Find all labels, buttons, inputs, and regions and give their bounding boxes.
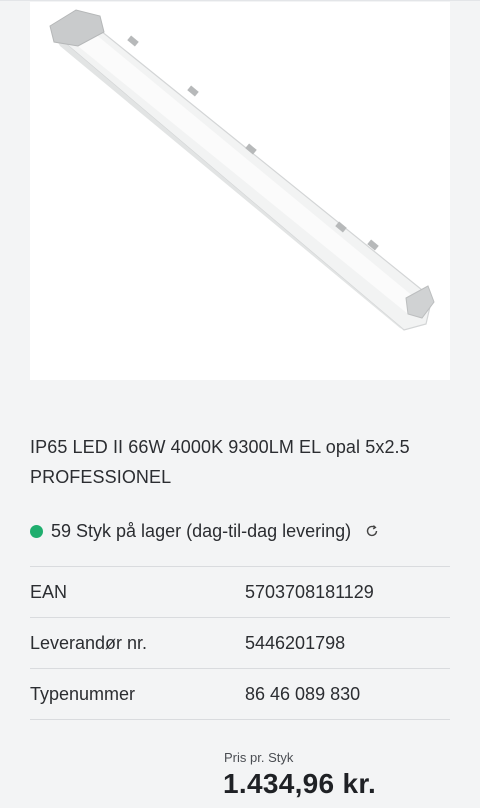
spec-label: EAN — [30, 581, 68, 602]
stock-status-dot — [30, 524, 43, 538]
product-title: IP65 LED II 66W 4000K 9300LM EL opal 5x2… — [30, 437, 410, 487]
spec-table: EAN 5703708181129 Leverandør nr. 5446201… — [30, 566, 450, 720]
stock-status: 59 Styk på lager (dag-til-dag levering) — [30, 517, 379, 545]
price-label: Pris pr. Styk — [224, 750, 294, 765]
spec-label: Leverandør nr. — [30, 632, 148, 653]
price-value: 1.434,96 kr. — [223, 768, 377, 799]
spec-row-type-number: Typenummer 86 46 089 830 — [30, 668, 450, 720]
spec-value: 5703708181129 — [245, 581, 374, 602]
top-divider — [0, 0, 480, 1]
refresh-icon[interactable] — [365, 524, 379, 538]
spec-row-ean: EAN 5703708181129 — [30, 566, 450, 617]
stock-status-text: 59 Styk på lager (dag-til-dag levering) — [51, 520, 352, 541]
led-luminaire-illustration — [49, 9, 435, 331]
spec-value: 86 46 089 830 — [245, 683, 361, 704]
spec-value: 5446201798 — [245, 632, 346, 653]
spec-row-supplier-number: Leverandør nr. 5446201798 — [30, 617, 450, 668]
product-image[interactable] — [30, 2, 450, 380]
spec-label: Typenummer — [30, 683, 136, 704]
